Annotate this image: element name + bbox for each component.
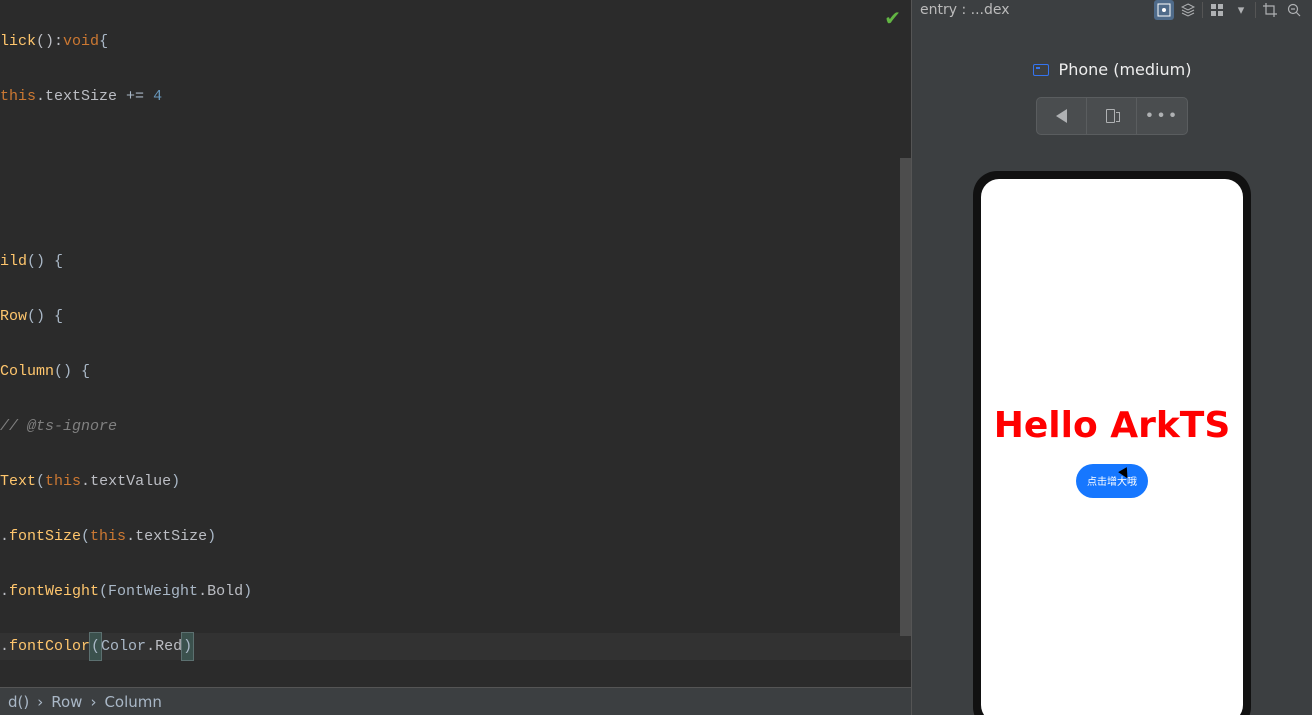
increase-button[interactable]: 点击增大哦: [1076, 464, 1148, 498]
preview-body: Phone (medium) ••• Hello ArkTS 点击增大哦: [912, 20, 1312, 715]
breadcrumb-bar: d() › Row › Column: [0, 687, 911, 715]
scrollbar-thumb[interactable]: [900, 158, 911, 636]
code-content[interactable]: lick():void{ this.textSize += 4 ild() { …: [0, 0, 911, 687]
breadcrumb-item[interactable]: d(): [8, 693, 29, 711]
layers-icon[interactable]: [1178, 0, 1198, 20]
device-icon: [1033, 64, 1049, 76]
phone-frame: Hello ArkTS 点击增大哦: [973, 171, 1251, 715]
divider: [1255, 2, 1256, 18]
chevron-right-icon: ›: [90, 693, 96, 711]
crop-icon[interactable]: [1260, 0, 1280, 20]
back-button[interactable]: [1037, 98, 1087, 134]
inspector-icon[interactable]: [1154, 0, 1174, 20]
zoom-out-icon[interactable]: [1284, 0, 1304, 20]
chevron-right-icon: ›: [37, 693, 43, 711]
breadcrumb-item[interactable]: Column: [104, 693, 161, 711]
code-editor-pane: ✔ lick():void{ this.textSize += 4 ild() …: [0, 0, 911, 715]
breadcrumb-item[interactable]: Row: [51, 693, 82, 711]
editor-scrollbar[interactable]: [900, 0, 911, 640]
preview-controls: •••: [1036, 97, 1188, 135]
grid-icon[interactable]: [1207, 0, 1227, 20]
divider: [1202, 2, 1203, 18]
more-button[interactable]: •••: [1137, 98, 1187, 134]
device-label: Phone (medium): [1059, 60, 1192, 79]
rotate-button[interactable]: [1087, 98, 1137, 134]
preview-toolbar: ▾: [1154, 0, 1304, 20]
dropdown-icon[interactable]: ▾: [1231, 0, 1251, 20]
preview-title: entry : ...dex: [920, 2, 1146, 18]
device-label-row[interactable]: Phone (medium): [1033, 60, 1192, 79]
preview-header: entry : ...dex ▾: [912, 0, 1312, 20]
code-area[interactable]: ✔ lick():void{ this.textSize += 4 ild() …: [0, 0, 911, 687]
hello-text: Hello ArkTS: [994, 405, 1231, 446]
phone-screen[interactable]: Hello ArkTS 点击增大哦: [981, 179, 1243, 715]
preview-pane: entry : ...dex ▾: [911, 0, 1312, 715]
